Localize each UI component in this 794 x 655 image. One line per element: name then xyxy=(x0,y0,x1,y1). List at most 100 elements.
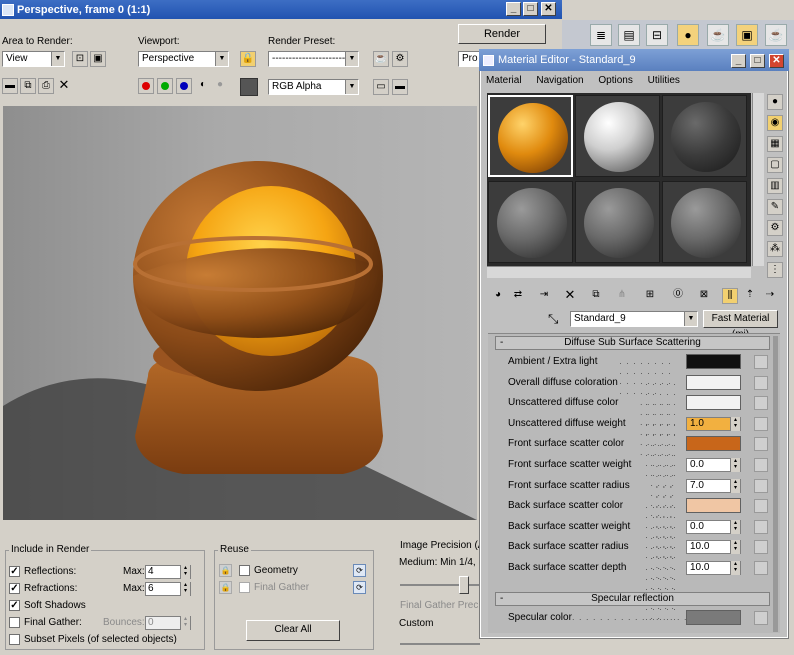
map-button[interactable] xyxy=(754,540,768,554)
menu-material[interactable]: Material xyxy=(486,75,522,86)
geometry-checkbox[interactable] xyxy=(239,565,250,576)
clear-all-button[interactable]: Clear All xyxy=(246,620,340,641)
material-slot-2[interactable] xyxy=(575,95,660,177)
pick-material-icon[interactable]: ⤡ xyxy=(548,311,566,327)
make-unique-icon[interactable]: ⋔ xyxy=(614,288,630,304)
me-minimize-button[interactable]: _ xyxy=(731,54,746,68)
map-button[interactable] xyxy=(754,417,768,431)
rendered-frame-icon[interactable]: ▣ xyxy=(736,24,758,46)
fg-precision-slider-track[interactable] xyxy=(400,643,480,645)
save-icon[interactable]: ▬ xyxy=(2,78,18,94)
material-type-button[interactable]: Fast Material (mi) xyxy=(703,310,778,340)
layer-icon[interactable]: ≣ xyxy=(590,24,612,46)
reset-map-icon[interactable]: ✕ xyxy=(562,288,578,304)
auto-region-icon[interactable]: ▣ xyxy=(90,51,106,67)
bounces-spinner[interactable]: 0 xyxy=(145,616,191,630)
color-swatch[interactable] xyxy=(686,395,741,410)
map-button[interactable] xyxy=(754,561,768,575)
color-swatch[interactable] xyxy=(686,498,741,513)
value-spinner[interactable]: 7.0 xyxy=(686,479,741,493)
material-slot-5[interactable] xyxy=(575,181,660,263)
minimize-button[interactable]: _ xyxy=(506,2,521,16)
material-id-icon[interactable]: ⓪ xyxy=(670,288,686,304)
refractions-max-spinner[interactable]: 6 xyxy=(145,582,191,596)
edit-region-icon[interactable]: ⊡ xyxy=(72,51,88,67)
value-spinner[interactable]: 10.0 xyxy=(686,540,741,554)
green-channel-icon[interactable] xyxy=(157,78,173,94)
value-spinner[interactable]: 0.0 xyxy=(686,520,741,534)
map-button[interactable] xyxy=(754,355,768,369)
render-preset-dropdown[interactable]: ----------------------- ▼ xyxy=(268,51,359,67)
color-swatch[interactable] xyxy=(686,375,741,390)
sample-uv-icon[interactable]: ▢ xyxy=(767,157,783,173)
material-slot-6[interactable] xyxy=(662,181,747,263)
render-setup-icon[interactable]: ☕ xyxy=(373,51,389,67)
maximize-button[interactable]: □ xyxy=(523,2,538,16)
final-gather-checkbox[interactable] xyxy=(9,617,20,628)
geometry-refresh-icon[interactable]: ⟳ xyxy=(353,564,366,577)
options-icon[interactable]: ⚙ xyxy=(767,220,783,236)
material-slot-1[interactable] xyxy=(488,95,573,177)
reuse-final-gather-checkbox[interactable] xyxy=(239,582,250,593)
reflections-checkbox[interactable]: ✓ xyxy=(9,566,20,577)
menu-options[interactable]: Options xyxy=(598,75,632,86)
go-to-parent-icon[interactable]: ⇡ xyxy=(742,288,758,304)
monochrome-icon[interactable]: ● xyxy=(212,78,228,94)
material-slot-3[interactable] xyxy=(662,95,747,177)
map-button[interactable] xyxy=(754,376,768,390)
render-viewport[interactable] xyxy=(3,106,477,520)
slots-horizontal-scrollbar[interactable] xyxy=(487,266,751,278)
lock-icon[interactable]: 🔒 xyxy=(240,51,256,67)
copy-material-icon[interactable]: ⧉ xyxy=(588,288,604,304)
material-name-field[interactable]: Standard_9 ▼ xyxy=(570,311,698,327)
toggle-ui-icon[interactable]: ▬ xyxy=(392,79,408,95)
render-icon[interactable]: ☕ xyxy=(765,24,787,46)
map-button[interactable] xyxy=(754,520,768,534)
put-to-library-icon[interactable]: ⊞ xyxy=(642,288,658,304)
menu-utilities[interactable]: Utilities xyxy=(648,75,680,86)
close-button[interactable]: ✕ xyxy=(541,2,556,16)
go-forward-sibling-icon[interactable]: ⇢ xyxy=(762,288,778,304)
render-button[interactable]: Render xyxy=(458,24,546,44)
background-icon[interactable]: ▦ xyxy=(767,136,783,152)
sss-rollout-header[interactable]: - Diffuse Sub Surface Scattering xyxy=(495,336,770,350)
final-gather-lock-icon[interactable]: 🔒 xyxy=(219,581,232,594)
refractions-checkbox[interactable]: ✓ xyxy=(9,583,20,594)
environment-icon[interactable]: ⚙ xyxy=(392,51,408,67)
make-preview-icon[interactable]: ✎ xyxy=(767,199,783,215)
value-spinner[interactable]: 0.0 xyxy=(686,458,741,472)
curve-editor-icon[interactable]: ▤ xyxy=(618,24,640,46)
sample-type-icon[interactable]: ● xyxy=(767,94,783,110)
specular-rollout-header[interactable]: - Specular reflection xyxy=(495,592,770,606)
schematic-icon[interactable]: ⊟ xyxy=(646,24,668,46)
map-button[interactable] xyxy=(754,396,768,410)
blue-channel-icon[interactable] xyxy=(176,78,192,94)
me-maximize-button[interactable]: □ xyxy=(750,54,765,68)
assign-to-selection-icon[interactable]: ⇥ xyxy=(536,288,552,304)
map-button[interactable] xyxy=(754,499,768,513)
color-swatch[interactable] xyxy=(240,78,258,96)
get-material-icon[interactable]: ◕ xyxy=(490,288,506,304)
viewport-dropdown[interactable]: Perspective ▼ xyxy=(138,51,229,67)
final-gather-refresh-icon[interactable]: ⟳ xyxy=(353,581,366,594)
material-map-navigator-icon[interactable]: ⋮ xyxy=(767,262,783,278)
print-icon[interactable]: ⎙ xyxy=(38,78,54,94)
map-button[interactable] xyxy=(754,458,768,472)
backlight-icon[interactable]: ◉ xyxy=(767,115,783,131)
geometry-lock-icon[interactable]: 🔒 xyxy=(219,564,232,577)
specular-color-swatch[interactable] xyxy=(686,610,741,625)
material-slot-4[interactable] xyxy=(488,181,573,263)
video-color-check-icon[interactable]: ▥ xyxy=(767,178,783,194)
reflections-max-spinner[interactable]: 4 xyxy=(145,565,191,579)
color-swatch[interactable] xyxy=(686,354,741,369)
toggle-ui-overlay-icon[interactable]: ▭ xyxy=(373,79,389,95)
show-end-result-icon[interactable]: ⫼ xyxy=(722,288,738,304)
value-spinner[interactable]: 10.0 xyxy=(686,561,741,575)
value-spinner[interactable]: 1.0 xyxy=(686,417,741,431)
map-button[interactable] xyxy=(754,479,768,493)
clone-icon[interactable]: ⧉ xyxy=(20,78,36,94)
specular-map-button[interactable] xyxy=(754,611,768,625)
soft-shadows-checkbox[interactable]: ✓ xyxy=(9,600,20,611)
show-map-icon[interactable]: ⊠ xyxy=(696,288,712,304)
alpha-channel-icon[interactable]: ◐ xyxy=(195,78,211,94)
